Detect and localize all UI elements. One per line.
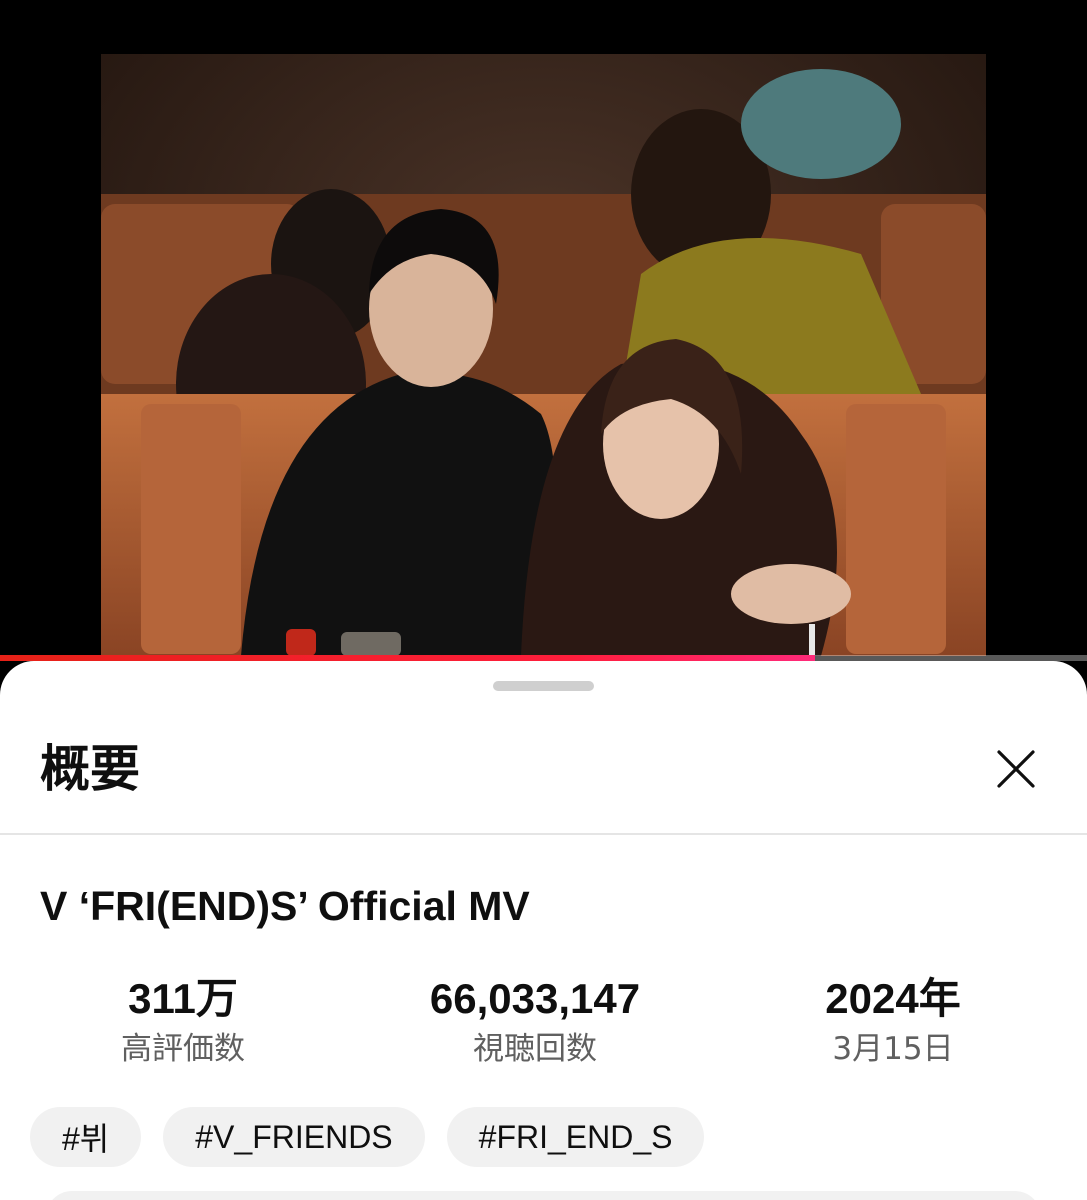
drag-handle[interactable] xyxy=(493,681,594,691)
views-count: 66,033,147 xyxy=(429,975,641,1022)
hashtag-chip[interactable]: #FRI_END_S xyxy=(446,1107,705,1167)
description-sheet: 概要 V ‘FRI(END)S’ Official MV 311万 高評価数 6… xyxy=(0,661,1087,1200)
likes-stat: 311万 高評価数 xyxy=(33,971,333,1071)
screen: 概要 V ‘FRI(END)S’ Official MV 311万 高評価数 6… xyxy=(0,0,1087,1200)
likes-count: 311万 xyxy=(128,975,238,1022)
video-player[interactable] xyxy=(0,0,1087,661)
likes-label: 高評価数 xyxy=(121,1031,245,1067)
close-icon xyxy=(997,750,1035,788)
sheet-header: 概要 xyxy=(0,701,1087,833)
hashtag-list: #뷔 #V_FRIENDS #FRI_END_S xyxy=(30,1107,705,1169)
video-title: V ‘FRI(END)S’ Official MV xyxy=(40,883,530,929)
stats-row: 311万 高評価数 66,033,147 視聴回数 2024年 3月15日 xyxy=(0,971,1087,1081)
description-card[interactable] xyxy=(46,1191,1041,1200)
video-thumbnail xyxy=(101,54,986,656)
publish-year: 2024年 xyxy=(825,975,961,1022)
date-stat: 2024年 3月15日 xyxy=(743,971,1043,1071)
video-frame[interactable] xyxy=(101,54,986,656)
views-label: 視聴回数 xyxy=(473,1031,597,1067)
views-stat: 66,033,147 視聴回数 xyxy=(385,971,685,1071)
header-divider xyxy=(0,833,1087,835)
hashtag-chip[interactable]: #뷔 xyxy=(30,1107,142,1167)
sheet-title: 概要 xyxy=(40,740,140,798)
close-button[interactable] xyxy=(990,743,1042,795)
publish-date: 3月15日 xyxy=(832,1031,954,1067)
hashtag-chip[interactable]: #V_FRIENDS xyxy=(163,1107,425,1167)
